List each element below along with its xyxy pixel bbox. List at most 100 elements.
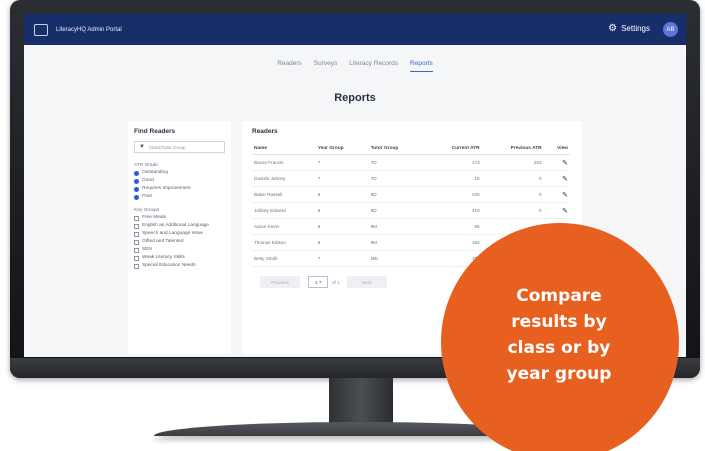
next-page-button[interactable]: Next bbox=[346, 276, 387, 288]
option-label: Poor bbox=[142, 194, 153, 199]
find-readers-panel: Find Readers ▼ Class/Tutor Group ATR Gra… bbox=[128, 121, 231, 354]
year-group: 8 bbox=[315, 234, 369, 251]
year-group: 8 bbox=[315, 202, 369, 219]
atr-option-requires-improvement[interactable]: Requires Improvement bbox=[134, 186, 225, 192]
year-group: 8 bbox=[315, 218, 369, 235]
page-number: 1 bbox=[314, 279, 318, 285]
option-label: Weak Literacy Skills bbox=[142, 255, 185, 260]
tutor-group: MD bbox=[368, 250, 425, 267]
key-group-speech-language[interactable]: Speech and Language Issue bbox=[134, 231, 225, 237]
settings-label: Settings bbox=[621, 24, 650, 33]
column-header[interactable]: Previous ATR bbox=[481, 143, 544, 155]
app-logo[interactable] bbox=[34, 23, 48, 36]
current-atr: 245 bbox=[424, 186, 482, 203]
page-count: of 1 bbox=[332, 279, 340, 285]
monitor-stand-neck bbox=[329, 378, 393, 426]
readers-title: Readers bbox=[252, 128, 278, 135]
checkbox-icon bbox=[134, 215, 139, 221]
column-header[interactable]: Tutor Group bbox=[368, 143, 425, 155]
key-group-gifted-talented[interactable]: Gifted and Talented bbox=[134, 239, 225, 245]
view-cell: ✎ bbox=[543, 170, 570, 187]
checkbox-icon bbox=[134, 247, 139, 253]
table-header-row: Name Year Group Tutor Group Current ATR … bbox=[252, 143, 570, 155]
tab-reports[interactable]: Reports bbox=[410, 60, 433, 72]
class-tutor-group-filter-button[interactable]: ▼ Class/Tutor Group bbox=[134, 141, 225, 153]
current-atr: 419 bbox=[424, 202, 482, 219]
reader-name: Thomas Edison bbox=[252, 234, 316, 251]
column-header[interactable]: Current ATR bbox=[424, 143, 482, 155]
callout-line: results by bbox=[511, 312, 607, 332]
current-atr: 156 bbox=[424, 234, 482, 251]
key-group-free-meals[interactable]: Free Meals bbox=[134, 215, 225, 221]
previous-page-button[interactable]: Previous bbox=[260, 276, 300, 288]
view-cell: ✎ bbox=[543, 202, 570, 219]
app-title: LiteracyHQ Admin Portal bbox=[56, 26, 122, 33]
reader-name: Betty Smith bbox=[252, 250, 316, 267]
callout-line: year group bbox=[506, 364, 612, 384]
tab-literacy-records[interactable]: Literacy Records bbox=[349, 60, 398, 72]
tutor-group: 8D bbox=[368, 186, 425, 203]
reader-name: Baker Russell bbox=[252, 186, 316, 203]
pencil-icon[interactable]: ✎ bbox=[562, 160, 568, 167]
callout-line: class or by bbox=[507, 338, 611, 358]
page-title: Reports bbox=[334, 92, 376, 104]
table-row: Daniels Johnny 7 7D 15 0 ✎ bbox=[252, 170, 570, 187]
view-cell: ✎ bbox=[543, 154, 570, 171]
column-header[interactable]: Name bbox=[252, 143, 316, 155]
option-label: Good bbox=[142, 178, 154, 183]
key-group-eal[interactable]: English as Additional Language bbox=[134, 223, 225, 229]
tab-surveys[interactable]: Surveys bbox=[314, 60, 337, 72]
tab-readers[interactable]: Readers bbox=[277, 60, 302, 72]
table-row: Jobbey Edward 8 8D 419 0 ✎ bbox=[252, 202, 570, 219]
option-label: Gifted and Talented bbox=[142, 239, 184, 244]
year-group: 7 bbox=[315, 170, 369, 187]
tutor-group: 8D bbox=[368, 202, 425, 219]
radio-selected-icon bbox=[134, 186, 139, 192]
atr-grade-label: ATR Grade bbox=[134, 163, 158, 168]
year-group: 8 bbox=[315, 186, 369, 203]
tutor-group: 7D bbox=[368, 154, 425, 171]
pencil-icon[interactable]: ✎ bbox=[562, 192, 568, 199]
key-group-sen[interactable]: SEN bbox=[134, 247, 225, 253]
view-cell: ✎ bbox=[543, 186, 570, 203]
option-label: SEN bbox=[142, 247, 152, 252]
nav-tabs: Readers Surveys Literacy Records Reports bbox=[24, 60, 686, 72]
radio-selected-icon bbox=[134, 170, 139, 176]
option-label: Requires Improvement bbox=[142, 186, 191, 191]
option-label: Speech and Language Issue bbox=[142, 231, 204, 236]
current-atr: 15 bbox=[424, 170, 482, 187]
checkbox-icon bbox=[134, 231, 139, 237]
atr-option-outstanding[interactable]: Outstanding bbox=[134, 170, 225, 176]
chevron-down-icon: ▾ bbox=[319, 280, 322, 284]
option-label: Free Meals bbox=[142, 215, 166, 220]
pencil-icon[interactable]: ✎ bbox=[562, 176, 568, 183]
tutor-group: 7D bbox=[368, 170, 425, 187]
app-bar: LiteracyHQ Admin Portal ⚙ Settings AB bbox=[24, 14, 686, 45]
atr-option-poor[interactable]: Poor bbox=[134, 194, 225, 200]
column-header[interactable]: Year Group bbox=[315, 143, 369, 155]
key-groups-label: Key Groups bbox=[134, 208, 160, 213]
checkbox-icon bbox=[134, 255, 139, 261]
previous-atr: 283 bbox=[481, 154, 544, 171]
table-row: Baker Russell 8 8D 245 0 ✎ bbox=[252, 186, 570, 203]
key-group-special-education[interactable]: Special Education Needs bbox=[134, 263, 225, 269]
reader-name: Aaron Kevin bbox=[252, 218, 316, 235]
filter-button-label: Class/Tutor Group bbox=[148, 144, 186, 150]
table-row: Bacon Francis 7 7D 173 283 ✎ bbox=[252, 154, 570, 171]
option-label: Special Education Needs bbox=[142, 263, 196, 268]
page-select[interactable]: 1 ▾ bbox=[308, 276, 328, 288]
atr-option-good[interactable]: Good bbox=[134, 178, 225, 184]
gear-icon: ⚙ bbox=[608, 23, 618, 34]
avatar[interactable]: AB bbox=[663, 22, 678, 37]
key-group-weak-literacy[interactable]: Weak Literacy Skills bbox=[134, 255, 225, 261]
pencil-icon[interactable]: ✎ bbox=[562, 208, 568, 215]
callout-text: Compare results by class or by year grou… bbox=[463, 283, 655, 387]
filter-icon: ▼ bbox=[139, 144, 145, 150]
previous-atr: 0 bbox=[481, 186, 544, 203]
reader-name: Daniels Johnny bbox=[252, 170, 316, 187]
settings-button[interactable]: ⚙ Settings bbox=[608, 23, 650, 34]
checkbox-icon bbox=[134, 239, 139, 245]
tutor-group: 8M bbox=[368, 218, 425, 235]
checkbox-icon bbox=[134, 263, 139, 269]
year-group: 7 bbox=[315, 154, 369, 171]
